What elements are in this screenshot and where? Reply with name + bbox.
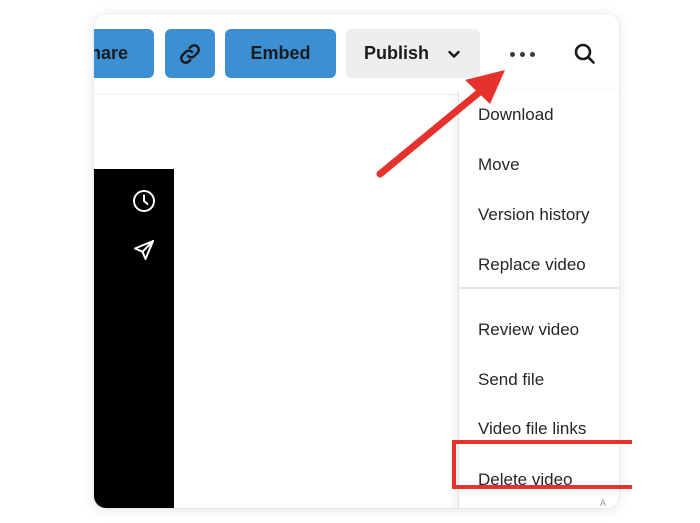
menu-item-label: Video file links xyxy=(478,419,587,438)
video-page-card: hare Embed Publish Download Move Version… xyxy=(94,14,619,508)
menu-item-label: Version history xyxy=(478,205,590,224)
edge-partial-text: A xyxy=(600,498,607,508)
menu-item-replace-video[interactable]: Replace video xyxy=(459,241,619,289)
menu-item-label: Replace video xyxy=(478,255,586,274)
menu-item-label: Send file xyxy=(478,370,545,389)
menu-item-label: Review video xyxy=(478,320,580,339)
send-icon xyxy=(134,240,154,260)
more-horizontal-icon xyxy=(509,51,515,57)
annotation-arrow-icon xyxy=(376,70,505,178)
more-horizontal-icon xyxy=(529,51,535,57)
menu-divider xyxy=(459,287,619,289)
menu-item-send-file[interactable]: Send file xyxy=(459,356,619,404)
video-sidebar-panel xyxy=(94,169,174,508)
delete-video-highlight-box xyxy=(452,440,632,489)
menu-item-version-history[interactable]: Version history xyxy=(459,191,619,239)
top-toolbar: hare Embed Publish xyxy=(94,14,619,95)
copy-link-button[interactable] xyxy=(165,29,215,78)
link-icon xyxy=(180,43,200,64)
embed-button[interactable]: Embed xyxy=(225,29,336,78)
send-button[interactable] xyxy=(131,237,157,263)
clock-icon xyxy=(133,190,155,212)
embed-button-label: Embed xyxy=(250,43,311,63)
share-button-label: hare xyxy=(94,43,128,63)
version-history-button[interactable] xyxy=(131,188,157,214)
search-button[interactable] xyxy=(572,41,598,67)
share-button[interactable]: hare xyxy=(94,29,154,78)
screenshot-stage: hare Embed Publish Download Move Version… xyxy=(0,0,700,523)
more-horizontal-icon xyxy=(519,51,525,57)
menu-item-review-video[interactable]: Review video xyxy=(459,306,619,354)
search-icon xyxy=(574,43,595,64)
